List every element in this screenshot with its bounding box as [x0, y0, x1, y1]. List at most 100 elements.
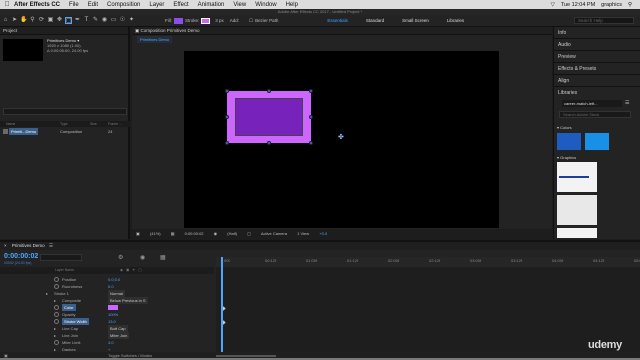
- stopwatch-icon[interactable]: [54, 319, 59, 324]
- clone-tool-icon[interactable]: ◉: [101, 17, 108, 24]
- user-name[interactable]: graphics: [601, 2, 622, 8]
- property-value[interactable]: 0.0,0.0: [108, 276, 120, 283]
- menu-file[interactable]: File: [69, 2, 79, 8]
- property-row[interactable]: Stroke Width 13.0: [0, 318, 214, 325]
- property-row[interactable]: Miter Limit 4.0: [0, 339, 214, 346]
- stopwatch-icon[interactable]: [54, 277, 59, 282]
- project-search-input[interactable]: [3, 108, 127, 115]
- motion-blur-icon[interactable]: ◉: [140, 254, 145, 261]
- eraser-tool-icon[interactable]: ▭: [110, 17, 117, 24]
- stroke-color-swatch[interactable]: [108, 305, 118, 310]
- comp-tab[interactable]: Primitives Demo: [137, 36, 173, 43]
- add-label[interactable]: Add:: [230, 18, 239, 23]
- property-row[interactable]: Color: [0, 304, 214, 311]
- property-row[interactable]: ▸ Composite Below Previous in S: [0, 297, 214, 304]
- property-value[interactable]: 4.0: [108, 339, 114, 346]
- clock[interactable]: Tue 12:04 PM: [561, 2, 595, 8]
- grid-icon[interactable]: ▦: [171, 231, 175, 236]
- comp-canvas[interactable]: ✤: [184, 51, 499, 228]
- time-ruler[interactable]: 00f 00:12f 01:00f 01:12f 02:00f 02:12f 03:00f 0…: [216, 257, 640, 267]
- property-value[interactable]: 100%: [108, 311, 118, 318]
- libraries-title[interactable]: Libraries: [554, 87, 640, 99]
- workspace-libraries[interactable]: Libraries: [447, 18, 464, 23]
- property-row[interactable]: ▸ Line Cap Butt Cap: [0, 325, 214, 332]
- switches-icons[interactable]: ◉ ▣ ✦ ▢: [120, 267, 143, 274]
- selection-tool-icon[interactable]: ➤: [11, 17, 18, 24]
- panel-effects-presets[interactable]: Effects & Presets: [554, 63, 640, 75]
- layer-name-column[interactable]: Layer Name: [55, 267, 74, 274]
- views-dropdown[interactable]: 1 View: [297, 231, 309, 236]
- twirl-icon[interactable]: ▸: [46, 290, 48, 297]
- stopwatch-icon[interactable]: [54, 340, 59, 345]
- stroke-color-swatch[interactable]: [201, 17, 211, 24]
- property-row[interactable]: ▸ Line Join Miter Join: [0, 332, 214, 339]
- stopwatch-icon[interactable]: [54, 305, 59, 310]
- timeline-timecode[interactable]: 0:00:00:02: [4, 253, 38, 260]
- menu-effect[interactable]: Effect: [173, 2, 188, 8]
- graphics-group[interactable]: ▾ Graphics: [557, 155, 576, 160]
- resolution-dropdown[interactable]: (Half): [227, 231, 237, 236]
- timeline-search-input[interactable]: [40, 254, 82, 261]
- brush-tool-icon[interactable]: ✎: [92, 17, 99, 24]
- color-swatch[interactable]: [557, 133, 581, 150]
- graphic-asset[interactable]: [557, 228, 597, 238]
- graphic-asset[interactable]: [557, 195, 597, 225]
- menu-icon[interactable]: ☰: [49, 243, 53, 248]
- property-value[interactable]: Below Previous in S: [108, 297, 148, 304]
- workspace-essentials[interactable]: Essentials: [327, 18, 348, 23]
- stock-search-input[interactable]: Search Adobe Stock: [559, 111, 631, 118]
- property-row[interactable]: Roundness 0.0: [0, 283, 214, 290]
- library-dropdown[interactable]: career-match-lett...: [562, 100, 622, 107]
- stopwatch-icon[interactable]: [54, 312, 59, 317]
- rotate-tool-icon[interactable]: ⟳: [38, 17, 45, 24]
- property-value[interactable]: Miter Join: [108, 332, 130, 339]
- apple-icon[interactable]: : [0, 1, 14, 8]
- zoom-slider[interactable]: [216, 355, 276, 357]
- transform-handle[interactable]: [309, 115, 313, 119]
- panel-align[interactable]: Align: [554, 75, 640, 87]
- workspace-standard[interactable]: Standard: [366, 18, 384, 23]
- zoom-dropdown[interactable]: (41%): [150, 231, 161, 236]
- project-panel-header[interactable]: Project: [0, 27, 128, 35]
- comp-flowchart-icon[interactable]: ⚙: [118, 254, 123, 261]
- track-area[interactable]: [216, 267, 640, 352]
- menu-edit[interactable]: Edit: [88, 2, 98, 8]
- search-help-input[interactable]: Search Help: [574, 17, 634, 24]
- menu-app[interactable]: After Effects CC: [14, 2, 60, 8]
- list-view-icon[interactable]: ☰: [625, 100, 629, 106]
- fill-color-swatch[interactable]: [174, 17, 183, 24]
- menu-composition[interactable]: Composition: [107, 2, 140, 8]
- col-type[interactable]: Type: [60, 121, 68, 127]
- stroke-width-value[interactable]: 3 px: [215, 18, 224, 23]
- transform-handle[interactable]: [225, 89, 229, 93]
- current-time-indicator[interactable]: [221, 257, 223, 352]
- hand-tool-icon[interactable]: ✋: [20, 17, 27, 24]
- pan-behind-tool-icon[interactable]: ✥: [56, 17, 63, 24]
- search-icon[interactable]: ⚲: [628, 2, 632, 8]
- timeline-tab[interactable]: Primitives Demo: [12, 243, 45, 248]
- transform-handle[interactable]: [267, 89, 271, 93]
- property-value[interactable]: 0.0: [108, 283, 114, 290]
- rectangle-shape[interactable]: [225, 89, 313, 145]
- twirl-icon[interactable]: ▸: [54, 332, 56, 339]
- region-icon[interactable]: ▢: [247, 231, 251, 236]
- graphic-asset[interactable]: [557, 162, 597, 192]
- col-name[interactable]: Name: [6, 121, 15, 127]
- graph-editor-icon[interactable]: ▦: [160, 254, 166, 261]
- property-row[interactable]: Position 0.0,0.0: [0, 276, 214, 283]
- property-value[interactable]: 13.0: [108, 318, 116, 325]
- snapshot-icon[interactable]: ◉: [214, 231, 218, 236]
- stopwatch-icon[interactable]: [54, 284, 59, 289]
- property-value[interactable]: Butt Cap: [108, 325, 128, 332]
- property-row[interactable]: Opacity 100%: [0, 311, 214, 318]
- transform-handle[interactable]: [225, 141, 229, 145]
- transform-handle[interactable]: [309, 141, 313, 145]
- project-row-name[interactable]: Primiti...Demo: [9, 128, 39, 135]
- menu-view[interactable]: View: [233, 2, 246, 8]
- viewer-timecode[interactable]: 0:00:00:02: [185, 231, 204, 236]
- anchor-point-icon[interactable]: ✤: [338, 133, 344, 141]
- colors-group[interactable]: ▾ Colors: [557, 125, 572, 130]
- home-icon[interactable]: ⌂: [2, 17, 9, 24]
- transform-handle[interactable]: [225, 115, 229, 119]
- type-tool-icon[interactable]: T: [83, 17, 90, 24]
